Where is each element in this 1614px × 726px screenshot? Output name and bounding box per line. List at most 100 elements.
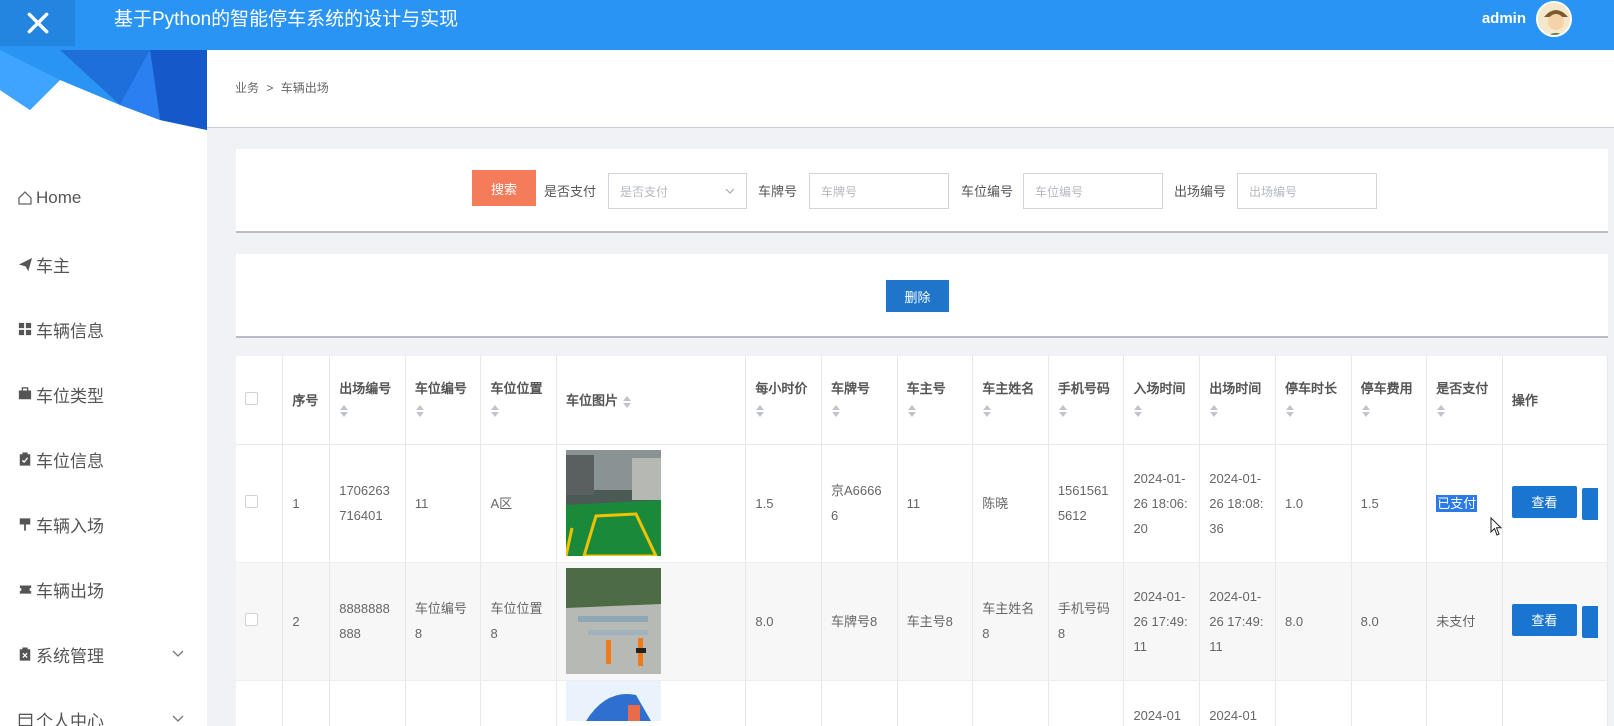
delete-button[interactable]: 删除 [886, 280, 949, 312]
sidebar: Home 车主 车辆信息 车位类型 车位信息 车辆入场 车辆出场 系统管理 个人… [0, 50, 207, 726]
col-in-time[interactable]: 入场时间 [1123, 356, 1201, 445]
row-action-button[interactable] [1581, 605, 1598, 638]
cell-spot-img [556, 562, 747, 681]
sidebar-item-home[interactable]: Home [0, 178, 207, 218]
table-row[interactable]: 2 8888888888 车位编号8 车位位置8 8.0 车牌号8 车主号8 车… [236, 562, 1608, 681]
cell-hourly: 1.5 [745, 444, 822, 563]
col-spot-no-label: 车位编号 [414, 381, 467, 397]
sort-icon[interactable] [339, 404, 349, 418]
sidebar-item-spot-info[interactable]: 车位信息 [0, 439, 207, 479]
col-spot-img[interactable]: 车位图片 [556, 356, 747, 445]
col-plate[interactable]: 车牌号 [821, 356, 898, 445]
col-spot-loc-label: 车位位置 [490, 381, 543, 397]
col-out-time[interactable]: 出场时间 [1199, 356, 1276, 445]
sidebar-item-vehicle-in[interactable]: 车辆入场 [0, 504, 207, 544]
row-action-button[interactable] [1581, 487, 1598, 520]
cell-paid: 未支付 [1426, 562, 1503, 681]
col-paid[interactable]: 是否支付 [1426, 356, 1503, 445]
avatar[interactable] [1536, 1, 1572, 37]
select-all-checkbox[interactable] [245, 391, 258, 405]
col-exit-no[interactable]: 出场编号 [329, 356, 406, 445]
sort-icon[interactable] [415, 404, 425, 418]
row-checkbox[interactable] [245, 612, 258, 626]
cell-in-time: 2024-01 [1123, 680, 1201, 726]
signpost-icon [16, 515, 34, 533]
cell-owner-name-text: 车主姓名8 [982, 601, 1035, 641]
paper-plane-icon [16, 255, 34, 273]
sidebar-item-label: Home [36, 188, 82, 207]
breadcrumb-separator: > [266, 81, 274, 95]
sort-icon[interactable] [622, 395, 632, 409]
col-fee[interactable]: 停车费用 [1351, 356, 1428, 445]
avatar-image [1538, 3, 1570, 35]
sort-icon[interactable] [907, 404, 917, 418]
sidebar-banner [0, 50, 207, 130]
col-phone[interactable]: 手机号码 [1048, 356, 1125, 445]
view-button[interactable]: 查看 [1511, 486, 1577, 519]
sidebar-item-label: 车辆出场 [36, 581, 104, 601]
col-spot-no[interactable]: 车位编号 [405, 356, 482, 445]
spot-filter-input[interactable]: 车位编号 [1023, 173, 1163, 209]
sidebar-item-label: 车辆信息 [36, 321, 104, 341]
cell-fee: 1.5 [1351, 444, 1428, 563]
cell-fee: 8.0 [1351, 562, 1428, 681]
cell-phone-text: 手机号码8 [1057, 601, 1110, 641]
sidebar-item-vehicle-out[interactable]: 车辆出场 [0, 569, 207, 609]
sort-icon[interactable] [982, 404, 992, 418]
sidebar-item-spot-type[interactable]: 车位类型 [0, 374, 207, 414]
spot-image[interactable] [566, 680, 662, 721]
col-owner-no[interactable]: 车主号 [897, 356, 974, 445]
exit-filter-label: 出场编号 [1174, 184, 1227, 199]
sort-icon[interactable] [1361, 404, 1371, 418]
cell-out-time: 2024-01 [1199, 680, 1276, 726]
sidebar-item-owner[interactable]: 车主 [0, 244, 207, 284]
sort-icon[interactable] [1285, 404, 1295, 418]
sidebar-item-vehicle-info[interactable]: 车辆信息 [0, 309, 207, 349]
plate-filter-input[interactable]: 车牌号 [809, 173, 949, 209]
sort-icon[interactable] [755, 404, 765, 418]
data-table: 序号 出场编号 车位编号 车位位置 车位图片 每小时价 车牌号 车主号 车主姓名… [236, 356, 1608, 726]
col-hourly[interactable]: 每小时价 [745, 356, 822, 445]
sidebar-item-label: 车位类型 [36, 386, 104, 406]
search-panel: 搜索 是否支付 是否支付 车牌号 车牌号 车位编号 车位编号 出场编号 出场编号 [236, 149, 1608, 233]
user-name[interactable]: admin [1482, 10, 1526, 27]
sidebar-item-profile[interactable]: 个人中心 [0, 699, 207, 726]
breadcrumb: 业务 > 车辆出场 [235, 79, 329, 96]
chevron-down-icon [172, 650, 184, 657]
sort-icon[interactable] [490, 404, 500, 418]
breadcrumb-parent[interactable]: 业务 [235, 81, 259, 95]
sort-icon[interactable] [1209, 404, 1219, 418]
cell-paid: 已支付 [1426, 444, 1503, 563]
cell-in-time-text: 2024-01-26 18:06:20 [1133, 470, 1188, 536]
table-row[interactable]: 2024-01 2024-01 [236, 680, 1608, 726]
paid-filter-select[interactable]: 是否支付 [608, 173, 747, 209]
spot-filter-label: 车位编号 [961, 184, 1014, 199]
col-spot-loc[interactable]: 车位位置 [480, 356, 558, 445]
sidebar-item-system[interactable]: 系统管理 [0, 634, 207, 674]
col-duration[interactable]: 停车时长 [1275, 356, 1352, 445]
sort-icon[interactable] [1058, 404, 1068, 418]
cell-spot-loc: A区 [480, 444, 558, 563]
view-button[interactable]: 查看 [1511, 604, 1577, 637]
cell-duration: 1.0 [1275, 444, 1352, 563]
col-exit-no-label: 出场编号 [339, 381, 392, 397]
row-checkbox[interactable] [245, 494, 258, 508]
breadcrumb-bar: 业务 > 车辆出场 [207, 50, 1614, 128]
cell-out-time: 2024-01-26 18:08:36 [1199, 444, 1276, 563]
search-button[interactable]: 搜索 [472, 170, 536, 206]
cell-exit-no-text: 1706263716401 [339, 483, 390, 523]
col-out-time-label: 出场时间 [1209, 381, 1262, 397]
spot-image[interactable] [566, 450, 662, 556]
close-sidebar-button[interactable] [0, 0, 75, 46]
cell-out-time-text: 2024-01-26 17:49:11 [1209, 588, 1264, 654]
spot-image[interactable] [566, 568, 662, 674]
sort-icon[interactable] [1436, 404, 1446, 418]
spot-filter-placeholder: 车位编号 [1035, 184, 1084, 199]
sort-icon[interactable] [831, 404, 841, 418]
exit-filter-input[interactable]: 出场编号 [1237, 173, 1377, 209]
paid-filter-placeholder: 是否支付 [620, 184, 669, 199]
sort-icon[interactable] [1133, 404, 1143, 418]
col-owner-name[interactable]: 车主姓名 [972, 356, 1049, 445]
main-content: 业务 > 车辆出场 搜索 是否支付 是否支付 车牌号 车牌号 车位编号 车位编号… [207, 50, 1614, 726]
table-row[interactable]: 1 1706263716401 11 A区 1.5 京A66666 11 陈晓 … [236, 444, 1608, 563]
